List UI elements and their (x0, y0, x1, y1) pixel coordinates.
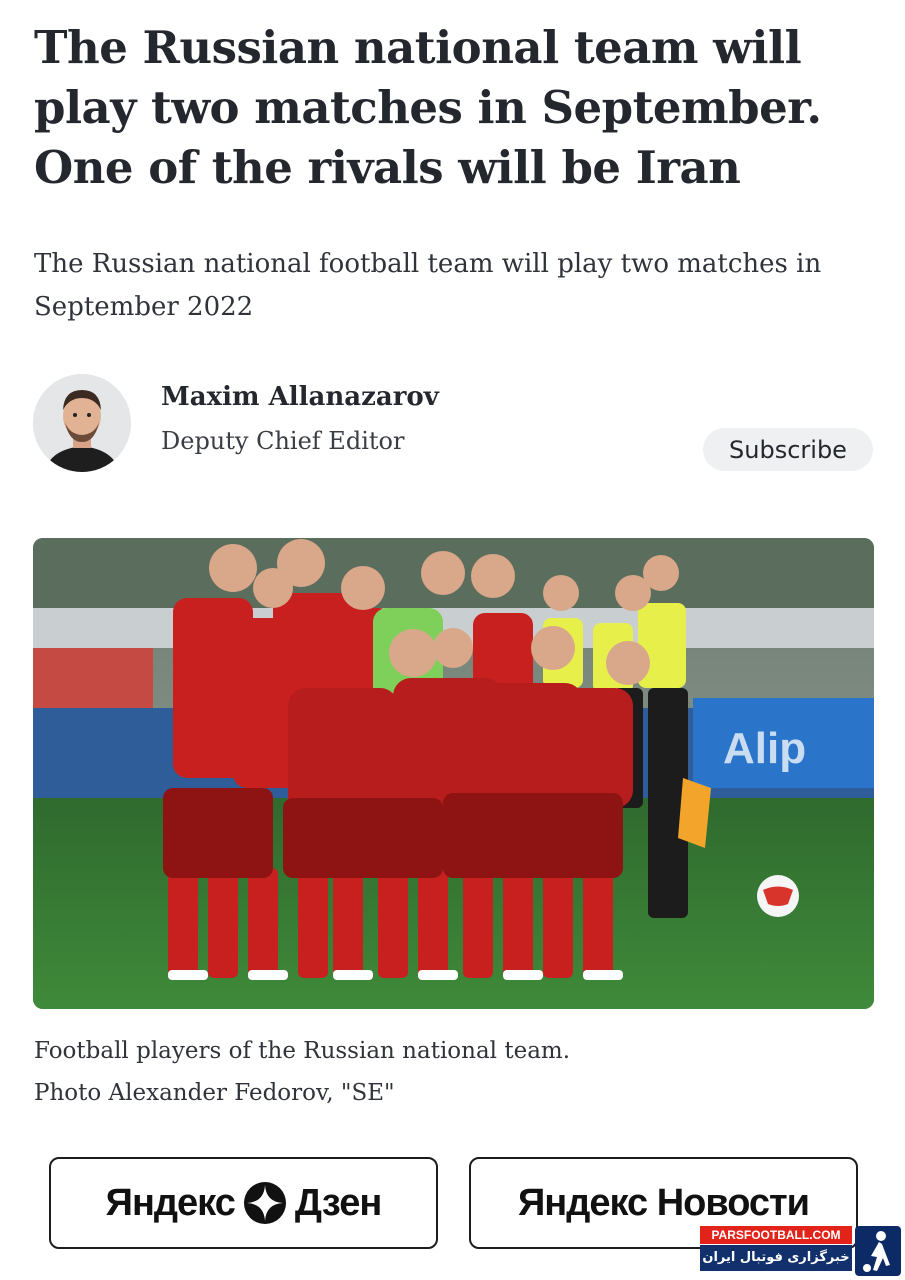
caption-line-2: Photo Alexander Fedorov, "SE" (34, 1080, 395, 1106)
subscribe-button[interactable]: Subscribe (703, 428, 873, 471)
news-label: Яндекс Новости (517, 1181, 810, 1224)
author-avatar[interactable] (33, 374, 131, 472)
article-headline: The Russian national team will play two … (34, 21, 822, 194)
yandex-dzen-button[interactable]: Яндекс Дзен (49, 1157, 438, 1249)
author-name[interactable]: Maxim Allanazarov (161, 382, 439, 412)
author-role: Deputy Chief Editor (161, 427, 405, 455)
svg-text:Alip: Alip (723, 724, 806, 773)
watermark-tagline: خبرگزاری فوتبال ایران (700, 1245, 852, 1271)
dzen-label-left: Яндекс (105, 1181, 236, 1224)
photo-caption: Football players of the Russian national… (34, 1030, 874, 1114)
article-lead: The Russian national football team will … (34, 249, 822, 322)
caption-line-1: Football players of the Russian national… (34, 1038, 571, 1064)
dzen-star-icon (243, 1181, 287, 1225)
watermark-player-icon (855, 1226, 901, 1276)
team-photo-illustration: Alip (33, 538, 874, 1009)
article-photo: Alip (33, 538, 874, 1009)
watermark-site: PARSFOOTBALL.COM (700, 1226, 852, 1244)
parsfootball-watermark: PARSFOOTBALL.COM خبرگزاری فوتبال ایران (700, 1226, 901, 1276)
dzen-label-right: Дзен (294, 1181, 382, 1224)
